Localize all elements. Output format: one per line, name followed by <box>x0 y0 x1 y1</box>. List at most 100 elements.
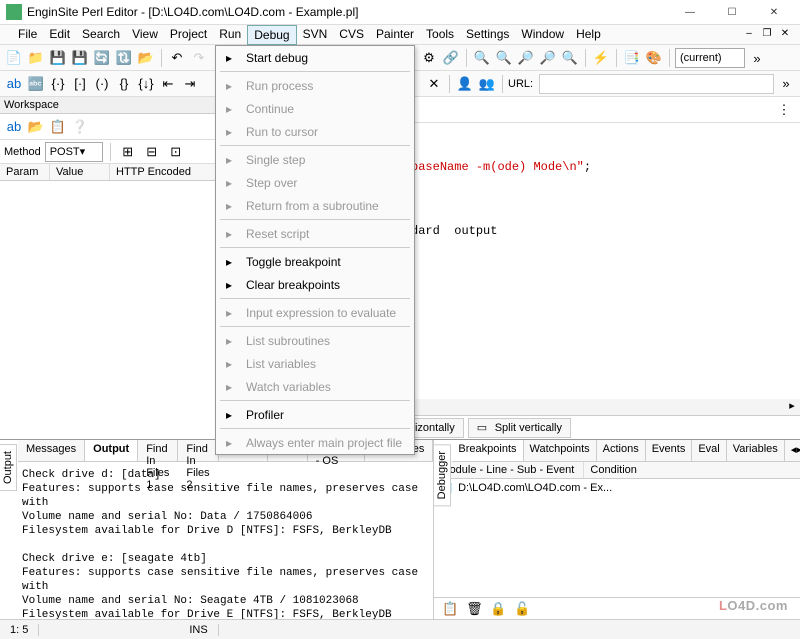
dbg-tool4-icon[interactable]: 🔓 <box>512 599 532 619</box>
brace2-icon[interactable]: {} <box>114 74 134 94</box>
menu-item-list-subroutines: ▸List subroutines <box>216 329 414 352</box>
palette-icon[interactable]: 🎨 <box>644 48 664 68</box>
zoom-out-icon[interactable]: 🔎 <box>538 48 558 68</box>
ws-help-icon[interactable]: ❔ <box>70 117 90 137</box>
hscroll-right-icon[interactable]: ▸ <box>784 399 800 415</box>
copy-icon[interactable]: 📑 <box>622 48 642 68</box>
paren-icon[interactable]: (·) <box>92 74 112 94</box>
var-icon[interactable]: 🔤 <box>26 74 46 94</box>
menu-debug[interactable]: Debug <box>247 25 296 45</box>
debugger-vtab[interactable]: Debugger <box>433 444 451 506</box>
toolbar-overflow-icon[interactable]: » <box>747 48 767 68</box>
ws-tool1-icon[interactable]: ⊞ <box>118 142 138 162</box>
menu-project[interactable]: Project <box>164 25 213 45</box>
var-ab-icon[interactable]: ab <box>4 74 24 94</box>
debugger-tab-events[interactable]: Events <box>646 440 693 461</box>
undo-icon[interactable]: ↶ <box>167 48 187 68</box>
menu-item-profiler[interactable]: ▸Profiler <box>216 403 414 426</box>
dbg-tool1-icon[interactable]: 📋 <box>440 599 460 619</box>
save-icon[interactable]: 💾 <box>48 48 68 68</box>
dbg-col-condition[interactable]: Condition <box>584 462 800 478</box>
debugger-tab-watchpoints[interactable]: Watchpoints <box>524 440 597 461</box>
brace-icon[interactable]: {·} <box>48 74 68 94</box>
menu-item-clear-breakpoints[interactable]: ▸Clear breakpoints <box>216 273 414 296</box>
debugger-tab-actions[interactable]: Actions <box>597 440 646 461</box>
split-icon: ▭ <box>477 421 491 435</box>
find-next-icon[interactable]: 🔍 <box>494 48 514 68</box>
find-icon[interactable]: 🔍 <box>472 48 492 68</box>
zoom-fit-icon[interactable]: 🔍 <box>560 48 580 68</box>
output-tab-find-in-files-1[interactable]: Find In Files 1 <box>138 440 178 461</box>
menu-search[interactable]: Search <box>76 25 126 45</box>
ws-tool2-icon[interactable]: ⊟ <box>142 142 162 162</box>
indent-icon[interactable]: ⇥ <box>180 74 200 94</box>
ws-open-icon[interactable]: 📂 <box>26 117 46 137</box>
new-project-icon[interactable]: 📁 <box>26 48 46 68</box>
menu-help[interactable]: Help <box>570 25 607 45</box>
workspace-table-header: Param Value HTTP Encoded <box>0 164 222 181</box>
toolbar-extra: ⚙ 🔗 🔍 🔍 🔎 🔎 🔍 ⚡ 📑 🎨 (current) » <box>415 45 800 71</box>
breakpoint-row[interactable]: 📄 D:\LO4D.com\LO4D.com - Ex... <box>434 479 800 496</box>
bracket-icon[interactable]: [·] <box>70 74 90 94</box>
method-combo[interactable]: POST ▾ <box>45 142 103 162</box>
group-icon[interactable]: 👥 <box>477 74 497 94</box>
brace-step-icon[interactable]: {↓} <box>136 74 156 94</box>
ws-var-icon[interactable]: ab <box>4 117 24 137</box>
menu-item-toggle-breakpoint[interactable]: ▸Toggle breakpoint <box>216 250 414 273</box>
menu-file[interactable]: File <box>12 25 43 45</box>
refresh-icon[interactable]: 🔄 <box>92 48 112 68</box>
mdi-restore-button[interactable]: ❐ <box>760 28 774 42</box>
output-tab-messages[interactable]: Messages <box>18 440 85 461</box>
maximize-button[interactable]: ☐ <box>712 1 752 23</box>
output-tab-output[interactable]: Output <box>85 440 138 461</box>
editor-tab[interactable]: ▭Split vertically <box>468 418 571 438</box>
menu-item-icon: ▸ <box>220 123 238 141</box>
col-param[interactable]: Param <box>0 164 50 180</box>
chain-icon[interactable]: 🔗 <box>441 48 461 68</box>
run-lightning-icon[interactable]: ⚡ <box>591 48 611 68</box>
url-go-icon[interactable]: » <box>776 74 796 94</box>
mdi-minimize-button[interactable]: – <box>742 28 756 42</box>
menu-view[interactable]: View <box>126 25 164 45</box>
menu-tools[interactable]: Tools <box>420 25 460 45</box>
close-button[interactable]: ✕ <box>754 1 794 23</box>
current-combo[interactable]: (current) <box>675 48 745 68</box>
menu-window[interactable]: Window <box>515 25 570 45</box>
minimize-button[interactable]: — <box>670 1 710 23</box>
menu-cvs[interactable]: CVS <box>333 25 370 45</box>
col-http-encoded[interactable]: HTTP Encoded <box>110 164 222 180</box>
new-icon[interactable]: 📄 <box>4 48 24 68</box>
open-folder-icon[interactable]: 📂 <box>136 48 156 68</box>
user-icon[interactable]: 👤 <box>455 74 475 94</box>
mdi-close-button[interactable]: ✕ <box>778 28 792 42</box>
menu-painter[interactable]: Painter <box>370 25 420 45</box>
save-all-icon[interactable]: 💾 <box>70 48 90 68</box>
menu-edit[interactable]: Edit <box>43 25 76 45</box>
debugger-tab-eval[interactable]: Eval <box>692 440 726 461</box>
menu-svn[interactable]: SVN <box>297 25 334 45</box>
ws-paste-icon[interactable]: 📋 <box>48 117 68 137</box>
zoom-in-icon[interactable]: 🔎 <box>516 48 536 68</box>
url-input[interactable] <box>539 74 774 94</box>
bookmark-icon[interactable]: ✕ <box>424 74 444 94</box>
col-value[interactable]: Value <box>50 164 110 180</box>
gear-icon[interactable]: ⚙ <box>419 48 439 68</box>
ed-tool-icon[interactable]: ⋮ <box>774 100 794 120</box>
debugger-tab-breakpoints[interactable]: Breakpoints <box>452 440 523 461</box>
menu-item-return-from-a-subroutine: ▸Return from a subroutine <box>216 194 414 217</box>
menu-run[interactable]: Run <box>213 25 247 45</box>
ws-tool3-icon[interactable]: ⊡ <box>166 142 186 162</box>
method-label: Method <box>4 146 41 158</box>
menu-settings[interactable]: Settings <box>460 25 515 45</box>
reload-icon[interactable]: 🔃 <box>114 48 134 68</box>
output-tab-find-in-files-2[interactable]: Find In Files 2 <box>178 440 218 461</box>
output-vtab[interactable]: Output <box>0 444 17 491</box>
outdent-icon[interactable]: ⇤ <box>158 74 178 94</box>
debugger-tab-variables[interactable]: Variables <box>727 440 785 461</box>
dbg-col-module[interactable]: Module - Line - Sub - Event <box>434 462 584 478</box>
tab-scroll-right-icon[interactable]: ▸ <box>796 443 800 458</box>
dbg-tool3-icon[interactable]: 🔒 <box>488 599 508 619</box>
menu-item-start-debug[interactable]: ▸Start debug <box>216 46 414 69</box>
dbg-tool2-icon[interactable]: 🗑 <box>464 599 484 619</box>
redo-icon[interactable]: ↷ <box>189 48 209 68</box>
